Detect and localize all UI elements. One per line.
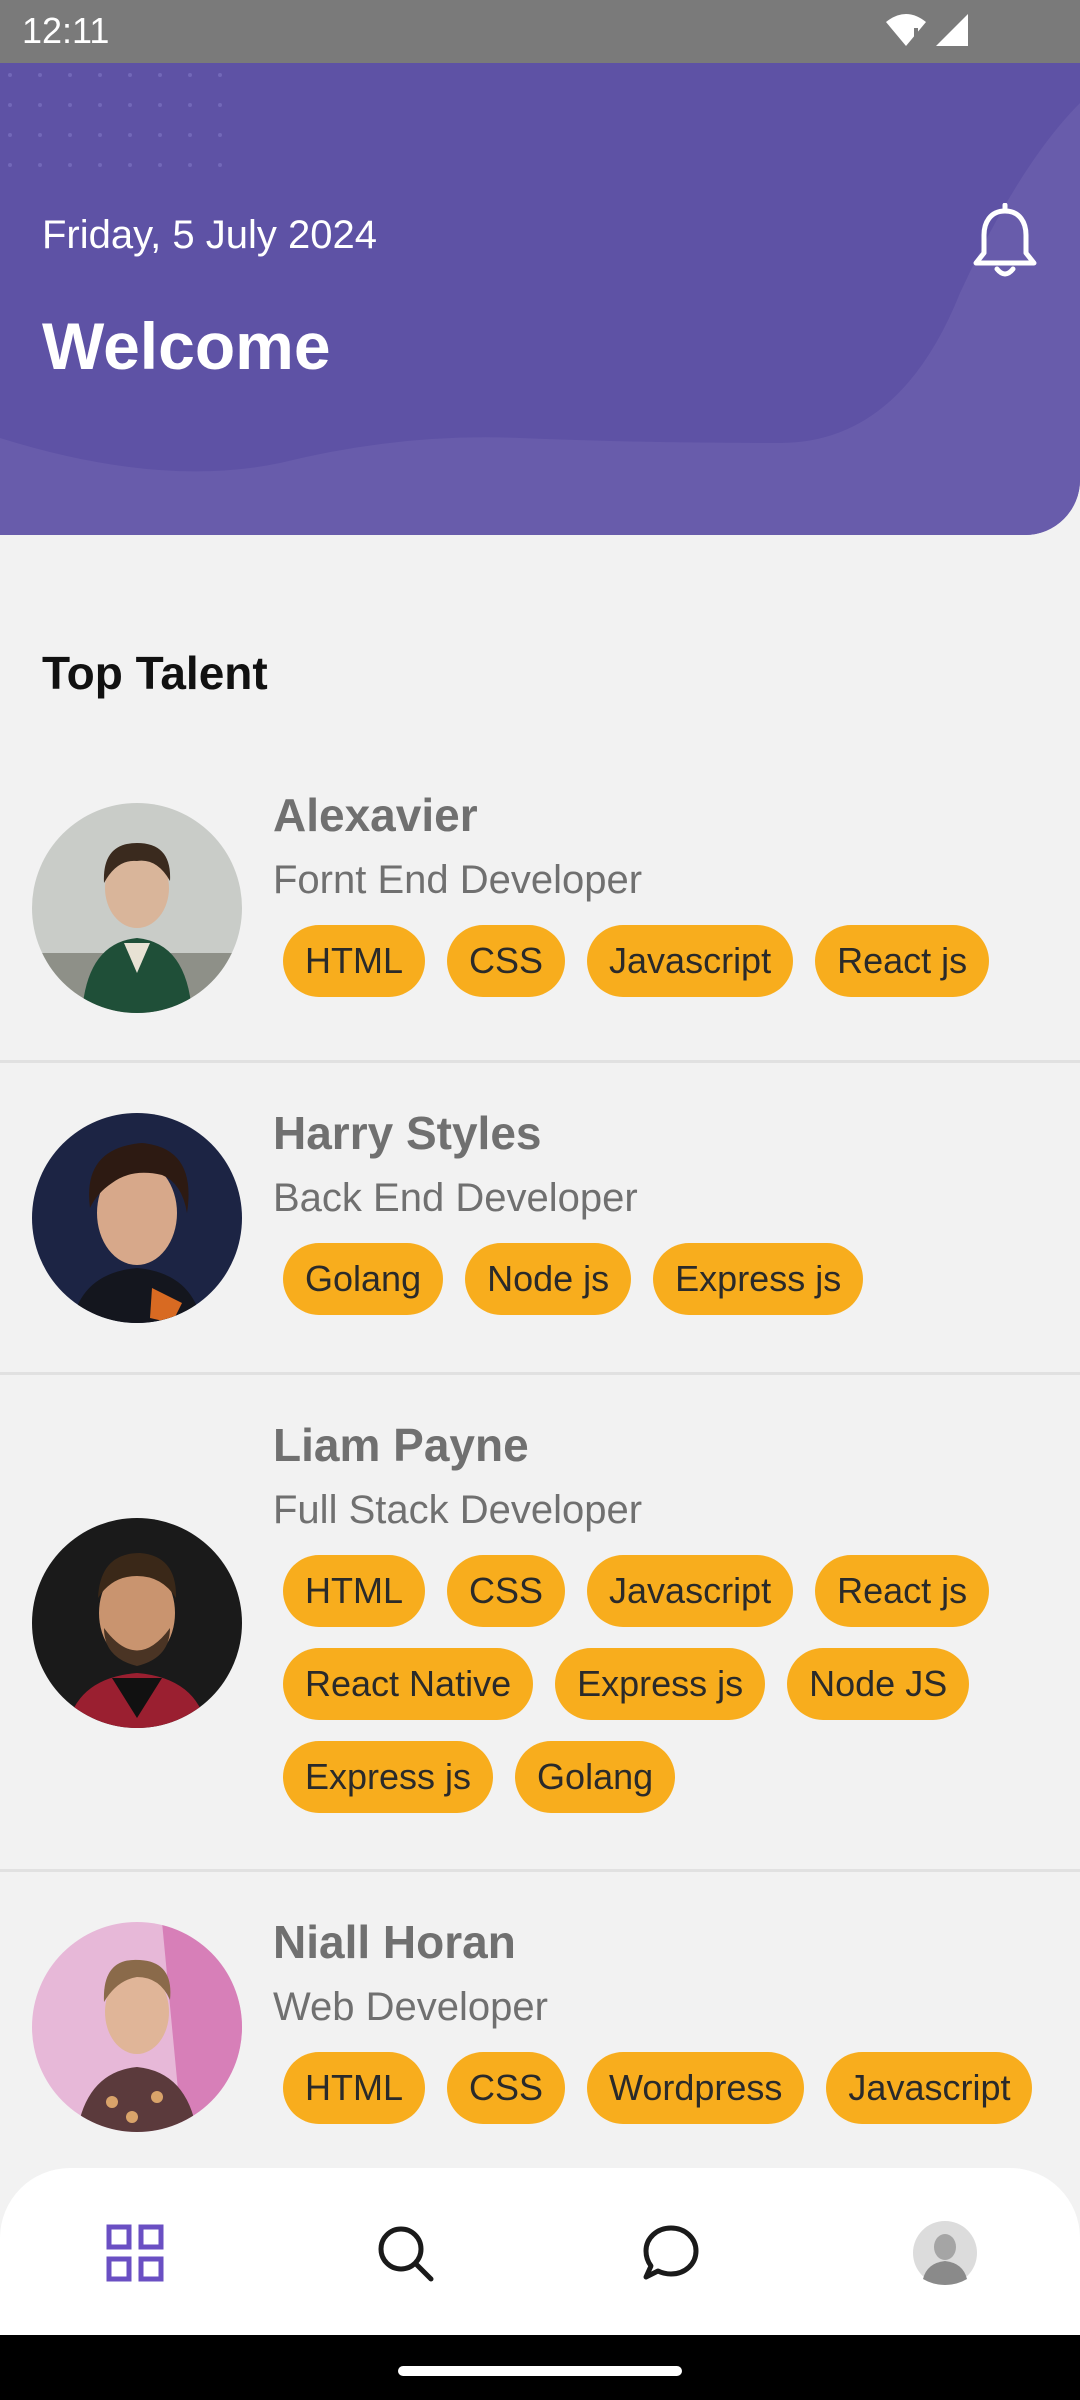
section-title-top-talent: Top Talent <box>42 647 268 699</box>
talent-card[interactable]: Harry Styles Back End Developer Golang N… <box>0 1063 1080 1375</box>
skill-chip: HTML <box>283 2052 425 2124</box>
talent-info: Liam Payne Full Stack Developer HTML CSS… <box>273 1415 1063 1834</box>
talent-card[interactable]: Niall Horan Web Developer HTML CSS Wordp… <box>0 1872 1080 2190</box>
avatar <box>32 1922 242 2132</box>
skill-chip: Golang <box>283 1243 444 1315</box>
avatar <box>32 1518 242 1728</box>
dots-pattern <box>8 73 222 167</box>
skill-chips: HTML CSS Wordpress Javascript <box>283 2052 1063 2145</box>
status-icons <box>884 12 970 48</box>
talent-list: Alexavier Fornt End Developer HTML CSS J… <box>0 745 1080 2190</box>
bottom-navigation <box>0 2168 1080 2335</box>
skill-chip: Node js <box>465 1243 632 1315</box>
status-bar: 12:11 <box>0 0 1080 63</box>
skill-chip: HTML <box>283 925 425 997</box>
skill-chip: Golang <box>515 1741 676 1813</box>
talent-name: Harry Styles <box>273 1107 542 1159</box>
skill-chip: React Native <box>283 1648 534 1720</box>
skill-chips: HTML CSS Javascript React js <box>283 925 1063 1018</box>
welcome-title: Welcome <box>42 309 331 383</box>
signal-icon <box>936 14 968 46</box>
status-time: 12:11 <box>22 10 110 51</box>
nav-search[interactable] <box>370 2218 440 2288</box>
system-gesture-area <box>0 2335 1080 2400</box>
grid-icon <box>106 2224 164 2282</box>
nav-profile[interactable] <box>910 2218 980 2288</box>
skill-chip: React js <box>815 925 990 997</box>
talent-role: Back End Developer <box>273 1176 638 1220</box>
skill-chip: React js <box>815 1555 990 1627</box>
talent-name: Niall Horan <box>273 1916 516 1968</box>
talent-role: Full Stack Developer <box>273 1488 643 1532</box>
talent-role: Web Developer <box>273 1985 548 2029</box>
talent-name: Alexavier <box>273 789 478 841</box>
skill-chip: CSS <box>447 1555 566 1627</box>
skill-chip: Javascript <box>826 2052 1033 2124</box>
skill-chip: CSS <box>447 925 566 997</box>
skill-chip: Express js <box>653 1243 864 1315</box>
talent-role: Fornt End Developer <box>273 858 643 902</box>
wifi-icon <box>886 14 926 46</box>
talent-info: Alexavier Fornt End Developer HTML CSS J… <box>273 785 1063 1018</box>
nav-messages[interactable] <box>636 2218 706 2288</box>
header-banner: Friday, 5 July 2024 Welcome <box>0 63 1080 535</box>
skill-chip: Wordpress <box>587 2052 805 2124</box>
search-icon <box>378 2226 434 2282</box>
skill-chip: HTML <box>283 1555 425 1627</box>
skill-chip: Node JS <box>787 1648 970 1720</box>
avatar <box>32 1113 242 1323</box>
skill-chips: HTML CSS Javascript React js React Nativ… <box>283 1555 1063 1834</box>
skill-chip: Javascript <box>587 925 794 997</box>
skill-chip: Express js <box>555 1648 766 1720</box>
talent-card[interactable]: Alexavier Fornt End Developer HTML CSS J… <box>0 745 1080 1063</box>
nav-home[interactable] <box>100 2218 170 2288</box>
talent-name: Liam Payne <box>273 1419 529 1471</box>
talent-info: Harry Styles Back End Developer Golang N… <box>273 1103 1063 1336</box>
skill-chip: Express js <box>283 1741 494 1813</box>
profile-avatar <box>913 2221 977 2285</box>
current-date: Friday, 5 July 2024 <box>42 213 377 257</box>
chat-icon <box>643 2225 699 2280</box>
avatar <box>32 803 242 1013</box>
skill-chips: Golang Node js Express js <box>283 1243 1063 1336</box>
bell-icon[interactable] <box>970 203 1040 283</box>
home-gesture-bar[interactable] <box>398 2366 682 2376</box>
talent-info: Niall Horan Web Developer HTML CSS Wordp… <box>273 1912 1063 2145</box>
talent-card[interactable]: Liam Payne Full Stack Developer HTML CSS… <box>0 1375 1080 1872</box>
skill-chip: CSS <box>447 2052 566 2124</box>
skill-chip: Javascript <box>587 1555 794 1627</box>
